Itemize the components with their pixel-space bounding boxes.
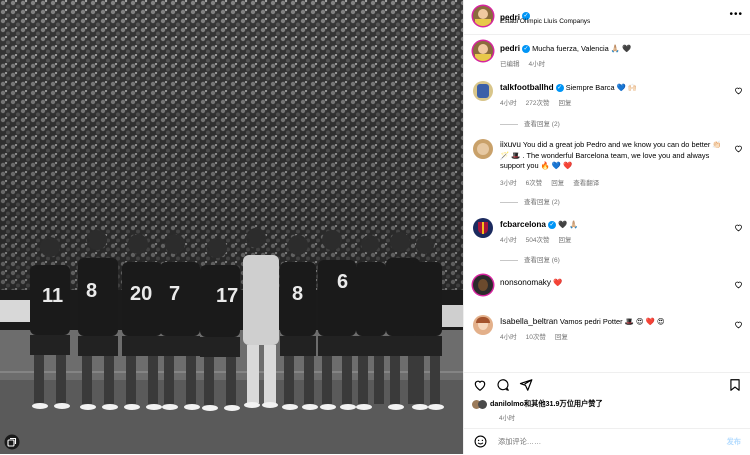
reply-button[interactable]: 回复 <box>551 180 564 187</box>
comment-likes[interactable]: 504次赞 <box>526 237 550 244</box>
svg-text:7: 7 <box>169 283 180 305</box>
likes-summary: danilolmo和其他31.9万位用户赞了 <box>472 399 603 409</box>
like-heart-icon[interactable] <box>473 378 487 392</box>
comment-text: Vamos pedri Potter 🎩 😍 ❤️ 😍 <box>559 317 665 326</box>
verified-icon: ✓ <box>547 221 556 230</box>
comment-time: 4小时 <box>500 100 517 107</box>
svg-text:20: 20 <box>130 283 152 305</box>
comment-username[interactable]: fcbarcelona <box>500 220 546 229</box>
post-side-panel: pedri ✓ Estadi Olímpic Lluís Companys •••… <box>463 0 750 454</box>
avatar[interactable] <box>473 275 493 295</box>
bookmark-icon[interactable] <box>728 378 742 392</box>
comment-item: Isabella_beltran Vamos pedri Potter 🎩 😍 … <box>464 312 750 352</box>
avatar[interactable] <box>473 6 493 26</box>
heart-icon[interactable] <box>734 223 743 232</box>
verified-icon: ✓ <box>555 84 564 93</box>
comment-likes[interactable]: 10次赞 <box>526 334 546 341</box>
heart-icon[interactable] <box>734 144 743 153</box>
comment-item: nonsonomaky ❤️ <box>464 272 750 306</box>
likes-rest[interactable]: 和其他31.9万位用户赞了 <box>524 399 603 408</box>
svg-text:8: 8 <box>292 283 303 305</box>
view-replies-label: 查看回复 (2) <box>524 121 560 128</box>
avatar[interactable] <box>473 315 493 335</box>
caption-block: pedri ✓ Mucha fuerza, Valencia 🙏🏼 🖤 已编辑 4小… <box>464 36 750 74</box>
svg-text:17: 17 <box>216 285 238 307</box>
share-icon[interactable] <box>519 378 533 392</box>
avatar[interactable] <box>473 41 493 61</box>
comment-username[interactable]: Isabella_beltran <box>500 317 558 326</box>
comment-text-row: nonsonomaky ❤️ <box>500 278 730 289</box>
comment-input[interactable] <box>496 436 700 447</box>
reply-button[interactable]: 回复 <box>558 100 571 107</box>
avatar[interactable] <box>478 399 487 409</box>
comment-item: iixuvu You did a great job Pedro and we … <box>464 136 750 212</box>
svg-text:8: 8 <box>86 280 97 302</box>
reply-button[interactable]: 回复 <box>555 334 568 341</box>
more-options-icon[interactable]: ••• <box>729 10 743 20</box>
comment-item: fcbarcelona ✓ 🖤 🙏🏼 4小时 504次赞 回复 查看回复 (6) <box>464 215 750 267</box>
comment-username[interactable]: nonsonomaky <box>500 278 551 287</box>
comment-text: You did a great job Pedro and we know yo… <box>500 140 722 170</box>
heart-icon[interactable] <box>734 86 743 95</box>
comment-item: talkfootballhd ✓ Siempre Barca 💙 🙌🏻 4小时 27… <box>464 78 750 130</box>
post-comment-button[interactable]: 发布 <box>727 437 741 447</box>
post-header: pedri ✓ Estadi Olímpic Lluís Companys ••• <box>464 0 750 35</box>
team-photo-image: 11 8 20 7 17 8 6 <box>0 0 463 454</box>
comment-time: 4小时 <box>500 237 517 244</box>
heart-icon[interactable] <box>734 280 743 289</box>
view-replies-label: 查看回复 (2) <box>524 199 560 206</box>
comment-text-row: iixuvu You did a great job Pedro and we … <box>500 140 730 172</box>
caption-username[interactable]: pedri <box>500 44 520 53</box>
comment-text-row: Isabella_beltran Vamos pedri Potter 🎩 😍 … <box>500 317 730 328</box>
caption-time: 4小时 <box>528 61 546 68</box>
comment-username[interactable]: iixuvu <box>500 140 521 149</box>
comment-meta: 4小时 504次赞 回复 <box>500 234 580 244</box>
multi-post-icon <box>4 434 20 450</box>
comment-text: ❤️ <box>553 278 563 287</box>
instagram-post-view: 11 8 20 7 17 8 6 pedri ✓ Estadi Olímpic … <box>0 0 750 454</box>
comment-meta: 4小时 10次赞 回复 <box>500 331 577 341</box>
comment-time: 4小时 <box>500 334 517 341</box>
add-comment-bar: 发布 <box>464 428 750 455</box>
comment-likes[interactable]: 272次赞 <box>526 100 550 107</box>
caption-meta: 已编辑 4小时 <box>500 58 554 68</box>
action-bar <box>464 372 750 397</box>
emoji-icon[interactable] <box>474 435 487 448</box>
avatar[interactable] <box>473 139 493 159</box>
svg-text:6: 6 <box>337 271 348 293</box>
comment-text-row: talkfootballhd ✓ Siempre Barca 💙 🙌🏻 <box>500 83 730 94</box>
comment-meta: 3小时 6次赞 回复 查看翻译 <box>500 177 608 187</box>
comment-text: Siempre Barca 💙 🙌🏻 <box>565 83 638 92</box>
svg-text:11: 11 <box>42 285 63 307</box>
caption-text: Mucha fuerza, Valencia 🙏🏼 🖤 <box>532 44 632 53</box>
view-replies-label: 查看回复 (6) <box>524 257 560 264</box>
view-replies-button[interactable]: 查看回复 (2) <box>500 196 560 206</box>
caption-text-row: pedri ✓ Mucha fuerza, Valencia 🙏🏼 🖤 <box>500 44 740 55</box>
comment-meta: 4小时 272次赞 回复 <box>500 97 580 107</box>
verified-icon: ✓ <box>522 45 531 54</box>
comment-time: 3小时 <box>500 180 517 187</box>
post-time: 4小时 <box>499 415 516 422</box>
heart-icon[interactable] <box>734 320 743 329</box>
avatar[interactable] <box>473 218 493 238</box>
comment-text-row: fcbarcelona ✓ 🖤 🙏🏼 <box>500 220 730 231</box>
view-replies-button[interactable]: 查看回复 (6) <box>500 254 560 264</box>
avatar[interactable] <box>473 81 493 101</box>
view-replies-button[interactable]: 查看回复 (2) <box>500 118 560 128</box>
comment-username[interactable]: talkfootballhd <box>500 83 554 92</box>
comment-icon[interactable] <box>496 378 510 392</box>
comment-text: 🖤 🙏🏼 <box>558 220 579 229</box>
location-link[interactable]: Estadi Olímpic Lluís Companys <box>500 18 590 25</box>
post-photo[interactable]: 11 8 20 7 17 8 6 <box>0 0 463 454</box>
edited-label: 已编辑 <box>500 61 520 68</box>
likes-user[interactable]: danilolmo <box>490 399 524 408</box>
translate-button[interactable]: 查看翻译 <box>573 180 599 187</box>
reply-button[interactable]: 回复 <box>558 237 571 244</box>
comment-likes[interactable]: 6次赞 <box>526 180 543 187</box>
